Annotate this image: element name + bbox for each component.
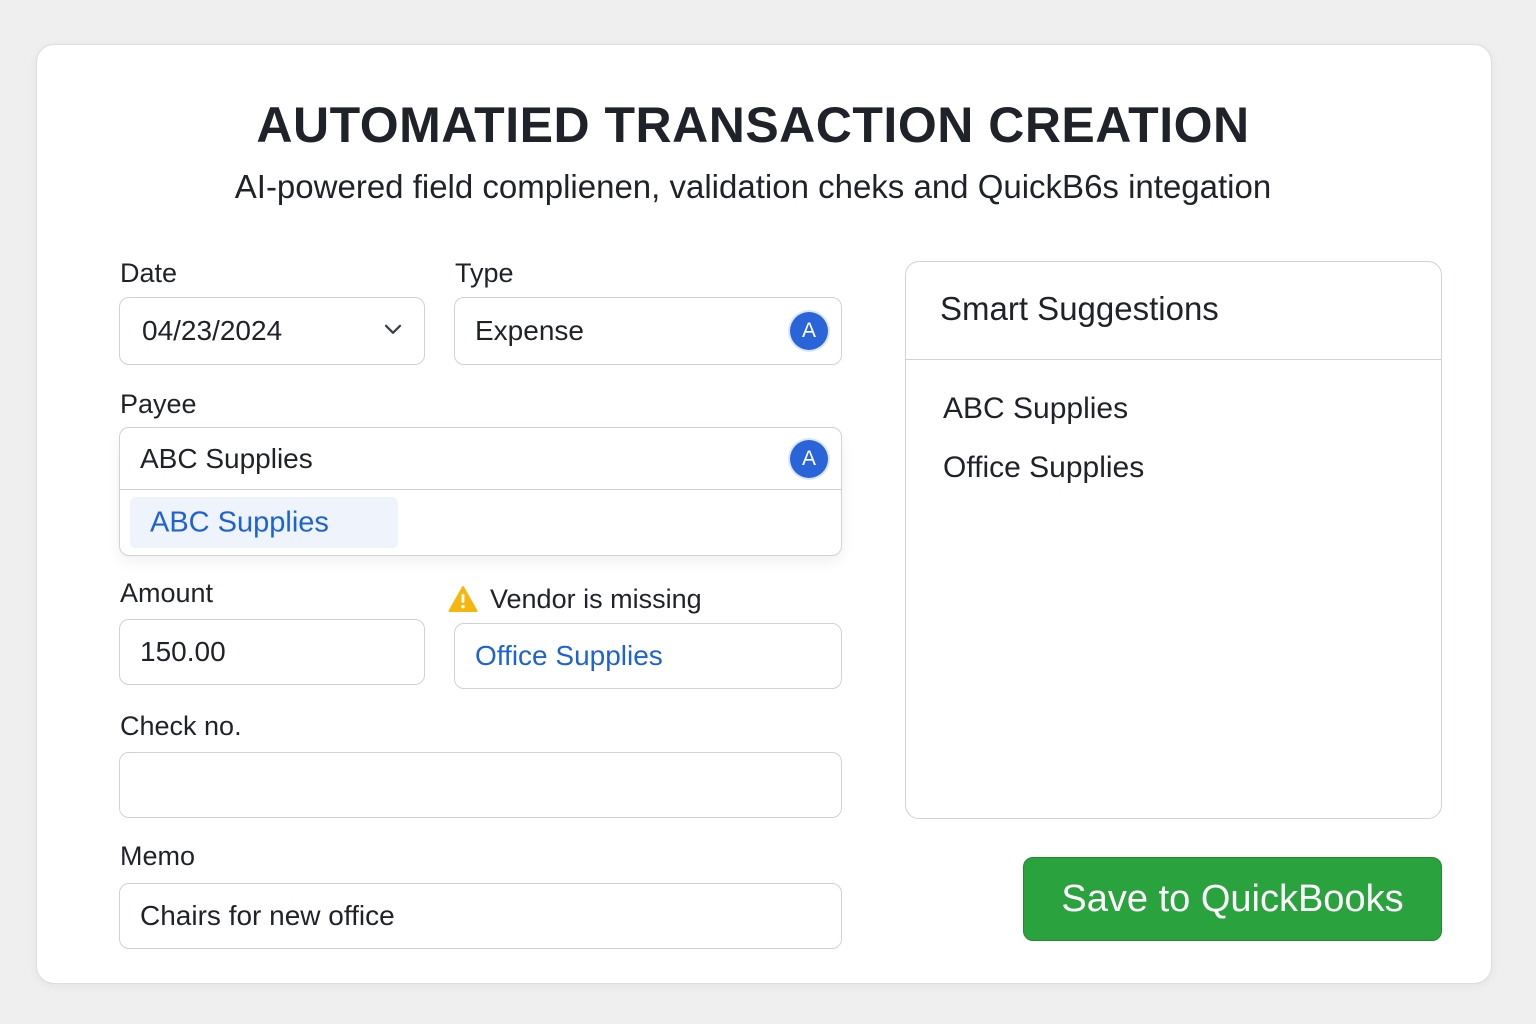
payee-value: ABC Supplies bbox=[140, 442, 313, 474]
ai-autofill-icon: A bbox=[790, 439, 828, 478]
page-title: AUTOMATIED TRANSACTION CREATION bbox=[256, 97, 1250, 153]
payee-combobox: ABC Supplies A ABC Supplies bbox=[119, 427, 842, 556]
payee-option-label: ABC Supplies bbox=[150, 506, 329, 538]
date-label: Date bbox=[120, 258, 178, 288]
type-value: Expense bbox=[475, 315, 584, 346]
smart-suggestions-title: Smart Suggestions bbox=[940, 289, 1219, 327]
smart-suggestions-header: Smart Suggestions bbox=[906, 262, 1441, 360]
vendor-warning: Vendor is missing bbox=[448, 582, 702, 616]
amount-label: Amount bbox=[120, 578, 214, 608]
type-field[interactable]: Expense A bbox=[454, 297, 842, 365]
vendor-warning-text: Vendor is missing bbox=[490, 583, 702, 614]
save-to-quickbooks-button[interactable]: Save to QuickBooks bbox=[1023, 857, 1442, 941]
check-no-label: Check no. bbox=[120, 711, 242, 741]
chevron-down-icon[interactable] bbox=[384, 324, 402, 336]
amount-value: 150.00 bbox=[140, 636, 226, 667]
amount-field[interactable]: 150.00 bbox=[119, 619, 425, 685]
memo-field[interactable]: Chairs for new office bbox=[119, 883, 842, 949]
payee-dropdown-option[interactable]: ABC Supplies bbox=[130, 497, 398, 548]
check-no-field[interactable] bbox=[119, 752, 842, 818]
vendor-value: Office Supplies bbox=[475, 640, 663, 671]
date-value: 04/23/2024 bbox=[142, 315, 283, 346]
type-label: Type bbox=[455, 258, 514, 288]
payee-label: Payee bbox=[120, 389, 197, 419]
memo-label: Memo bbox=[120, 841, 196, 871]
vendor-field[interactable]: Office Supplies bbox=[454, 623, 842, 689]
suggestion-item[interactable]: ABC Supplies bbox=[943, 392, 1128, 426]
suggestion-item[interactable]: Office Supplies bbox=[943, 451, 1144, 485]
smart-suggestions-panel: Smart Suggestions ABC Supplies Office Su… bbox=[905, 261, 1442, 819]
payee-input[interactable]: ABC Supplies A bbox=[120, 428, 841, 490]
ai-autofill-icon: A bbox=[790, 312, 828, 350]
memo-value: Chairs for new office bbox=[140, 900, 395, 931]
date-field[interactable]: 04/23/2024 bbox=[119, 297, 425, 365]
page-subtitle: AI-powered field complienen, validation … bbox=[234, 168, 1272, 205]
warning-icon bbox=[448, 586, 478, 612]
